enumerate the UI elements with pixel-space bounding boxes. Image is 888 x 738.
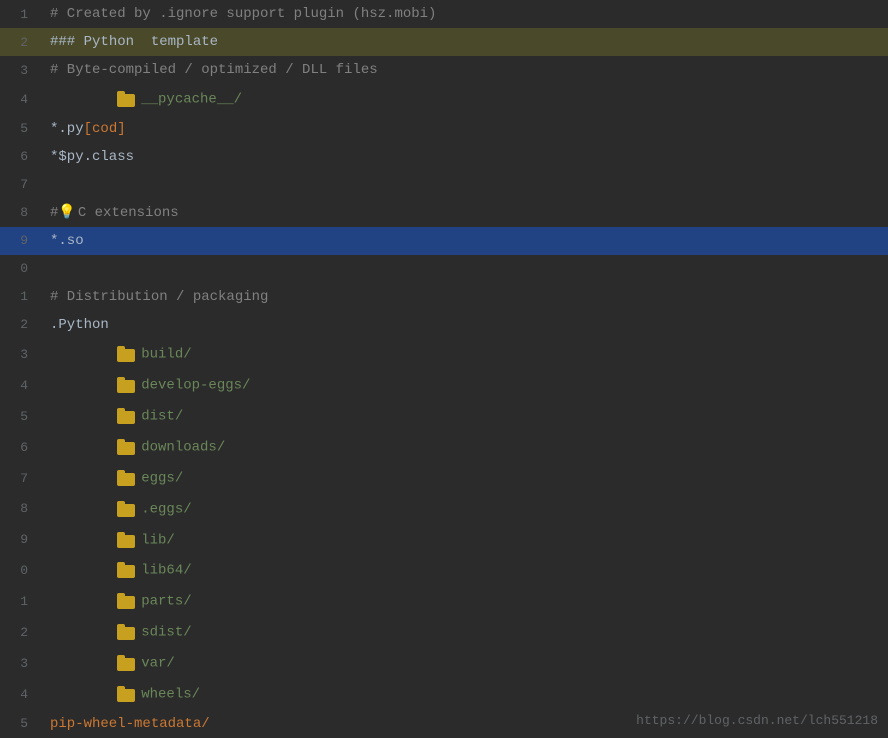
folder-icon-15: [117, 408, 137, 424]
folder-icon-14: [117, 377, 137, 393]
bulb-icon: 💡: [58, 204, 75, 221]
folder-icon-18: [117, 501, 137, 517]
folder-icon-13: [117, 346, 137, 362]
line-number-2: 2: [0, 35, 40, 50]
line-24: 4 wheels/: [0, 679, 888, 710]
line-number-1: 1: [0, 7, 40, 22]
line-9: 9 *.so: [0, 227, 888, 255]
line-content-11: # Distribution / packaging: [40, 289, 888, 305]
line-11: 1 # Distribution / packaging: [0, 283, 888, 311]
line-content-8: #💡C extensions: [40, 204, 888, 221]
line-number-16: 6: [0, 440, 40, 455]
line-number-19: 9: [0, 532, 40, 547]
line-content-5: *.py[cod]: [40, 121, 888, 137]
line-number-11: 1: [0, 289, 40, 304]
folder-icon-22: [117, 624, 137, 640]
line-content-1: # Created by .ignore support plugin (hsz…: [40, 6, 888, 22]
line-number-17: 7: [0, 471, 40, 486]
url-overlay: https://blog.csdn.net/lch551218: [636, 713, 878, 728]
line-number-7: 7: [0, 177, 40, 192]
folder-icon-19: [117, 532, 137, 548]
line-content-6: *$py.class: [40, 149, 888, 165]
line-number-3: 3: [0, 63, 40, 78]
folder-icon-16: [117, 439, 137, 455]
folder-icon-21: [117, 593, 137, 609]
line-number-9: 9: [0, 233, 40, 248]
line-number-24: 4: [0, 687, 40, 702]
folder-icon-24: [117, 686, 137, 702]
line-content-9: *.so: [40, 233, 888, 249]
line-number-6: 6: [0, 149, 40, 164]
editor: 1 # Created by .ignore support plugin (h…: [0, 0, 888, 738]
line-number-20: 0: [0, 563, 40, 578]
line-7: 7: [0, 171, 888, 199]
line-number-5: 5: [0, 121, 40, 136]
line-number-10: 0: [0, 261, 40, 276]
line-number-13: 3: [0, 347, 40, 362]
line-number-25: 5: [0, 716, 40, 731]
line-number-8: 8: [0, 205, 40, 220]
line-5: 5 *.py[cod]: [0, 115, 888, 143]
folder-icon-20: [117, 562, 137, 578]
line-number-4: 4: [0, 92, 40, 107]
line-number-15: 5: [0, 409, 40, 424]
folder-icon-17: [117, 470, 137, 486]
line-10: 0: [0, 255, 888, 283]
line-4: 4 __pycache__/: [0, 84, 888, 115]
line-number-23: 3: [0, 656, 40, 671]
folder-icon-23: [117, 655, 137, 671]
line-6: 6 *$py.class: [0, 143, 888, 171]
line-number-21: 1: [0, 594, 40, 609]
line-number-14: 4: [0, 378, 40, 393]
code-area: 1 # Created by .ignore support plugin (h…: [0, 0, 888, 738]
line-1: 1 # Created by .ignore support plugin (h…: [0, 0, 888, 28]
line-content-2: ### Python template: [40, 34, 888, 50]
line-number-12: 2: [0, 317, 40, 332]
line-number-18: 8: [0, 501, 40, 516]
line-8: 8 #💡C extensions: [0, 199, 888, 227]
line-2: 2 ### Python template: [0, 28, 888, 56]
folder-icon-4: [117, 91, 137, 107]
line-number-22: 2: [0, 625, 40, 640]
